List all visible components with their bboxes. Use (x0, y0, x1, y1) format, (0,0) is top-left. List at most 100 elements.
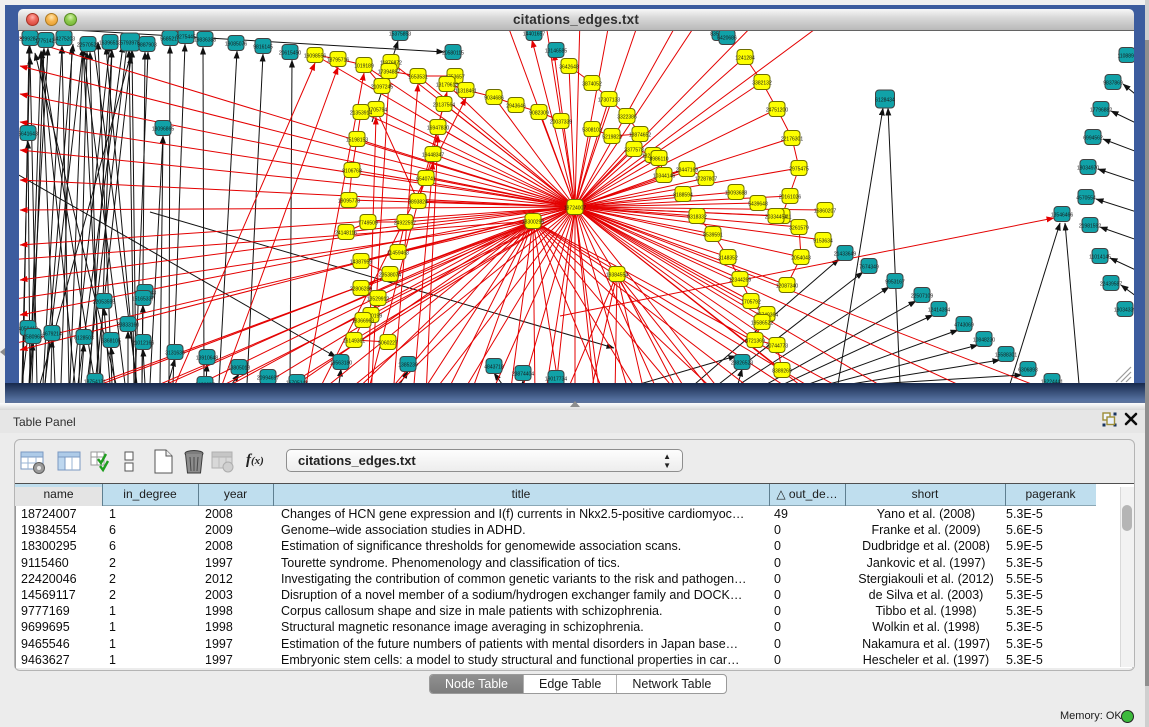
svg-text:9837869: 9837869 (1103, 81, 1123, 87)
svg-text:24922597: 24922597 (394, 221, 416, 227)
svg-text:9887903: 9887903 (137, 43, 157, 49)
svg-text:23874404: 23874404 (512, 372, 534, 378)
svg-text:3148352: 3148352 (718, 256, 738, 262)
svg-text:9816145: 9816145 (253, 45, 273, 51)
svg-text:19017734: 19017734 (545, 377, 567, 383)
svg-text:19095773: 19095773 (338, 199, 360, 205)
svg-text:21353914: 21353914 (350, 111, 372, 117)
svg-text:4843718: 4843718 (484, 365, 504, 371)
svg-text:20161026: 20161026 (779, 195, 801, 201)
svg-text:16947830: 16947830 (427, 126, 449, 132)
svg-text:5439648: 5439648 (748, 202, 768, 208)
svg-text:16860207: 16860207 (814, 209, 836, 215)
svg-text:5219822: 5219822 (602, 135, 622, 141)
svg-text:22053595: 22053595 (93, 300, 115, 306)
svg-text:3261579: 3261579 (789, 226, 809, 232)
svg-text:13146585: 13146585 (545, 49, 567, 55)
svg-text:3874052: 3874052 (582, 82, 602, 88)
svg-text:1385239: 1385239 (398, 363, 418, 369)
svg-text:23137564: 23137564 (433, 103, 455, 109)
svg-text:12344269: 12344269 (729, 278, 751, 284)
svg-text:11459463: 11459463 (387, 251, 409, 257)
svg-text:3131636: 3131636 (165, 351, 185, 357)
svg-text:6128503: 6128503 (74, 336, 94, 342)
svg-text:8721369: 8721369 (745, 339, 765, 345)
svg-text:4743069: 4743069 (954, 323, 974, 329)
svg-text:19085076: 19085076 (225, 42, 247, 48)
svg-text:6540741: 6540741 (416, 177, 436, 183)
svg-text:8106768: 8106768 (342, 169, 362, 175)
svg-text:18724007: 18724007 (564, 206, 586, 212)
svg-text:15375853: 15375853 (389, 32, 411, 38)
svg-text:22570529: 22570529 (77, 43, 99, 49)
svg-text:9318332: 9318332 (687, 215, 707, 221)
svg-text:19563180: 19563180 (330, 361, 352, 367)
svg-text:13805018: 13805018 (228, 366, 250, 372)
svg-text:4679214: 4679214 (42, 332, 62, 338)
svg-text:13529912: 13529912 (367, 297, 389, 303)
svg-text:23833160: 23833160 (117, 323, 139, 329)
svg-text:23538074: 23538074 (379, 273, 401, 279)
svg-text:6420686: 6420686 (717, 36, 737, 42)
svg-text:13910648: 13910648 (196, 356, 218, 362)
svg-text:21981592: 21981592 (1079, 224, 1101, 230)
svg-text:14387959: 14387959 (350, 260, 372, 266)
svg-text:19448347: 19448347 (422, 153, 444, 159)
svg-text:21097245: 21097245 (371, 85, 393, 91)
svg-text:3642648: 3642648 (559, 65, 579, 71)
svg-text:18096865: 18096865 (152, 127, 174, 133)
svg-text:8539591: 8539591 (703, 233, 723, 239)
svg-text:24148116: 24148116 (335, 231, 357, 237)
svg-text:10344146: 10344146 (653, 174, 675, 180)
svg-text:20580115: 20580115 (442, 51, 464, 57)
svg-text:21433649: 21433649 (834, 252, 856, 258)
svg-text:15165337: 15165337 (132, 297, 154, 303)
svg-text:22176301: 22176301 (781, 137, 803, 143)
svg-text:10848230: 10848230 (973, 338, 995, 344)
svg-text:9953167: 9953167 (885, 280, 905, 286)
svg-text:23826523: 23826523 (731, 361, 753, 367)
svg-text:5308102: 5308102 (582, 128, 602, 134)
svg-text:6306893: 6306893 (1018, 368, 1038, 374)
svg-text:18874652: 18874652 (629, 133, 651, 139)
svg-text:22439587: 22439587 (1100, 282, 1122, 288)
svg-text:22507109: 22507109 (911, 294, 933, 300)
svg-text:9153634: 9153634 (813, 239, 833, 245)
svg-text:18300295: 18300295 (522, 220, 544, 226)
svg-text:5641643: 5641643 (19, 132, 38, 138)
svg-text:15198153: 15198153 (346, 138, 368, 144)
svg-text:8986110: 8986110 (649, 157, 668, 163)
svg-text:11318461: 11318461 (455, 89, 477, 95)
svg-text:20744773: 20744773 (766, 344, 788, 350)
svg-text:2054043: 2054043 (791, 256, 811, 262)
svg-text:18366963: 18366963 (352, 319, 374, 325)
svg-text:18034339: 18034339 (1114, 308, 1134, 314)
svg-text:3322386: 3322386 (617, 115, 637, 121)
svg-text:22806289: 22806289 (350, 287, 372, 293)
svg-text:6994562: 6994562 (1083, 136, 1103, 142)
svg-text:1241284: 1241284 (735, 56, 755, 62)
svg-text:9082309: 9082309 (529, 111, 549, 117)
svg-text:8188594: 8188594 (673, 193, 693, 199)
svg-text:7674349: 7674349 (859, 265, 879, 271)
svg-text:6128434: 6128434 (875, 98, 895, 104)
svg-text:8389269: 8389269 (772, 369, 792, 375)
svg-text:3382132: 3382132 (752, 81, 772, 87)
svg-text:18034970: 18034970 (1077, 166, 1099, 172)
svg-text:19098556: 19098556 (304, 54, 326, 60)
svg-text:1108894: 1108894 (1117, 54, 1134, 60)
svg-text:15588301: 15588301 (995, 353, 1017, 359)
svg-text:5060227: 5060227 (378, 341, 398, 347)
svg-text:20037339: 20037339 (550, 120, 572, 126)
svg-text:24751200: 24751200 (766, 108, 788, 114)
svg-text:19384554: 19384554 (606, 273, 628, 279)
svg-text:7749509: 7749509 (358, 221, 378, 227)
svg-text:17394887: 17394887 (378, 70, 400, 76)
svg-text:17796882: 17796882 (1090, 108, 1112, 114)
svg-text:20334454: 20334454 (765, 215, 787, 221)
svg-text:19093688: 19093688 (725, 191, 747, 197)
svg-text:16149361: 16149361 (343, 339, 365, 345)
svg-text:14275203: 14275203 (53, 37, 75, 43)
svg-text:20994697: 20994697 (257, 376, 279, 382)
svg-text:23447169: 23447169 (676, 168, 698, 174)
